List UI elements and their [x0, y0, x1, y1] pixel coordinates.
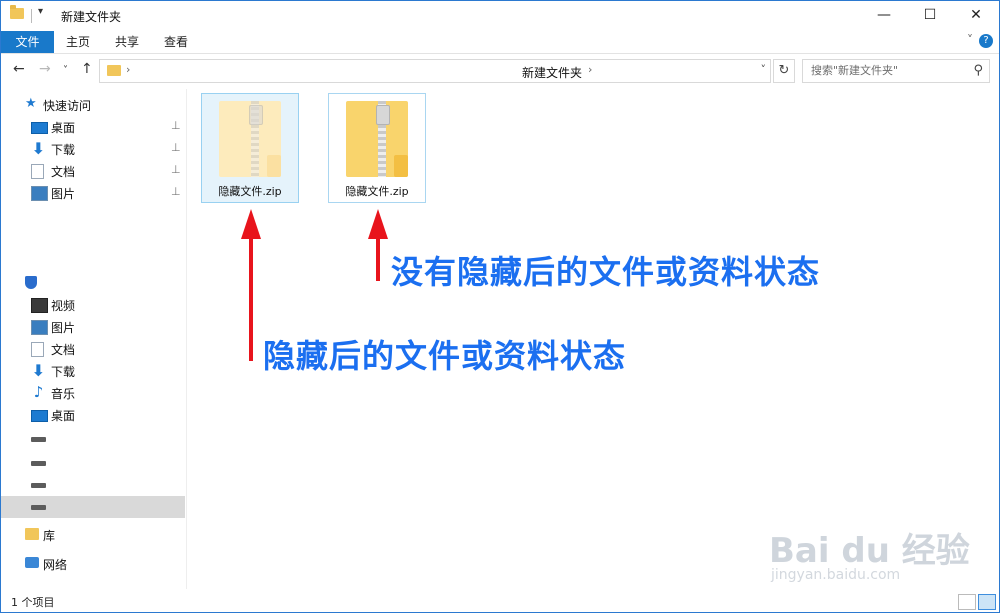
item-count: 1 个项目: [11, 596, 55, 609]
arrow-head: [368, 209, 388, 239]
baidu-watermark: Bai du 经验: [769, 531, 970, 571]
watermark-url: jingyan.baidu.com: [771, 567, 901, 583]
explorer-window: ▾ 新建文件夹 — ☐ ✕ 文件 主页 共享 查看 ˅ ? ← → ˅ ↑ › …: [0, 0, 1000, 613]
arrow-head: [241, 209, 261, 239]
annotation-not-hidden: 没有隐藏后的文件或资料状态: [391, 253, 821, 291]
annotation-arrows: [241, 209, 388, 361]
status-bar: 1 个项目: [1, 591, 999, 612]
annotation-hidden: 隐藏后的文件或资料状态: [263, 337, 627, 375]
details-view-button[interactable]: [958, 594, 976, 610]
large-icons-view-button[interactable]: [978, 594, 996, 610]
